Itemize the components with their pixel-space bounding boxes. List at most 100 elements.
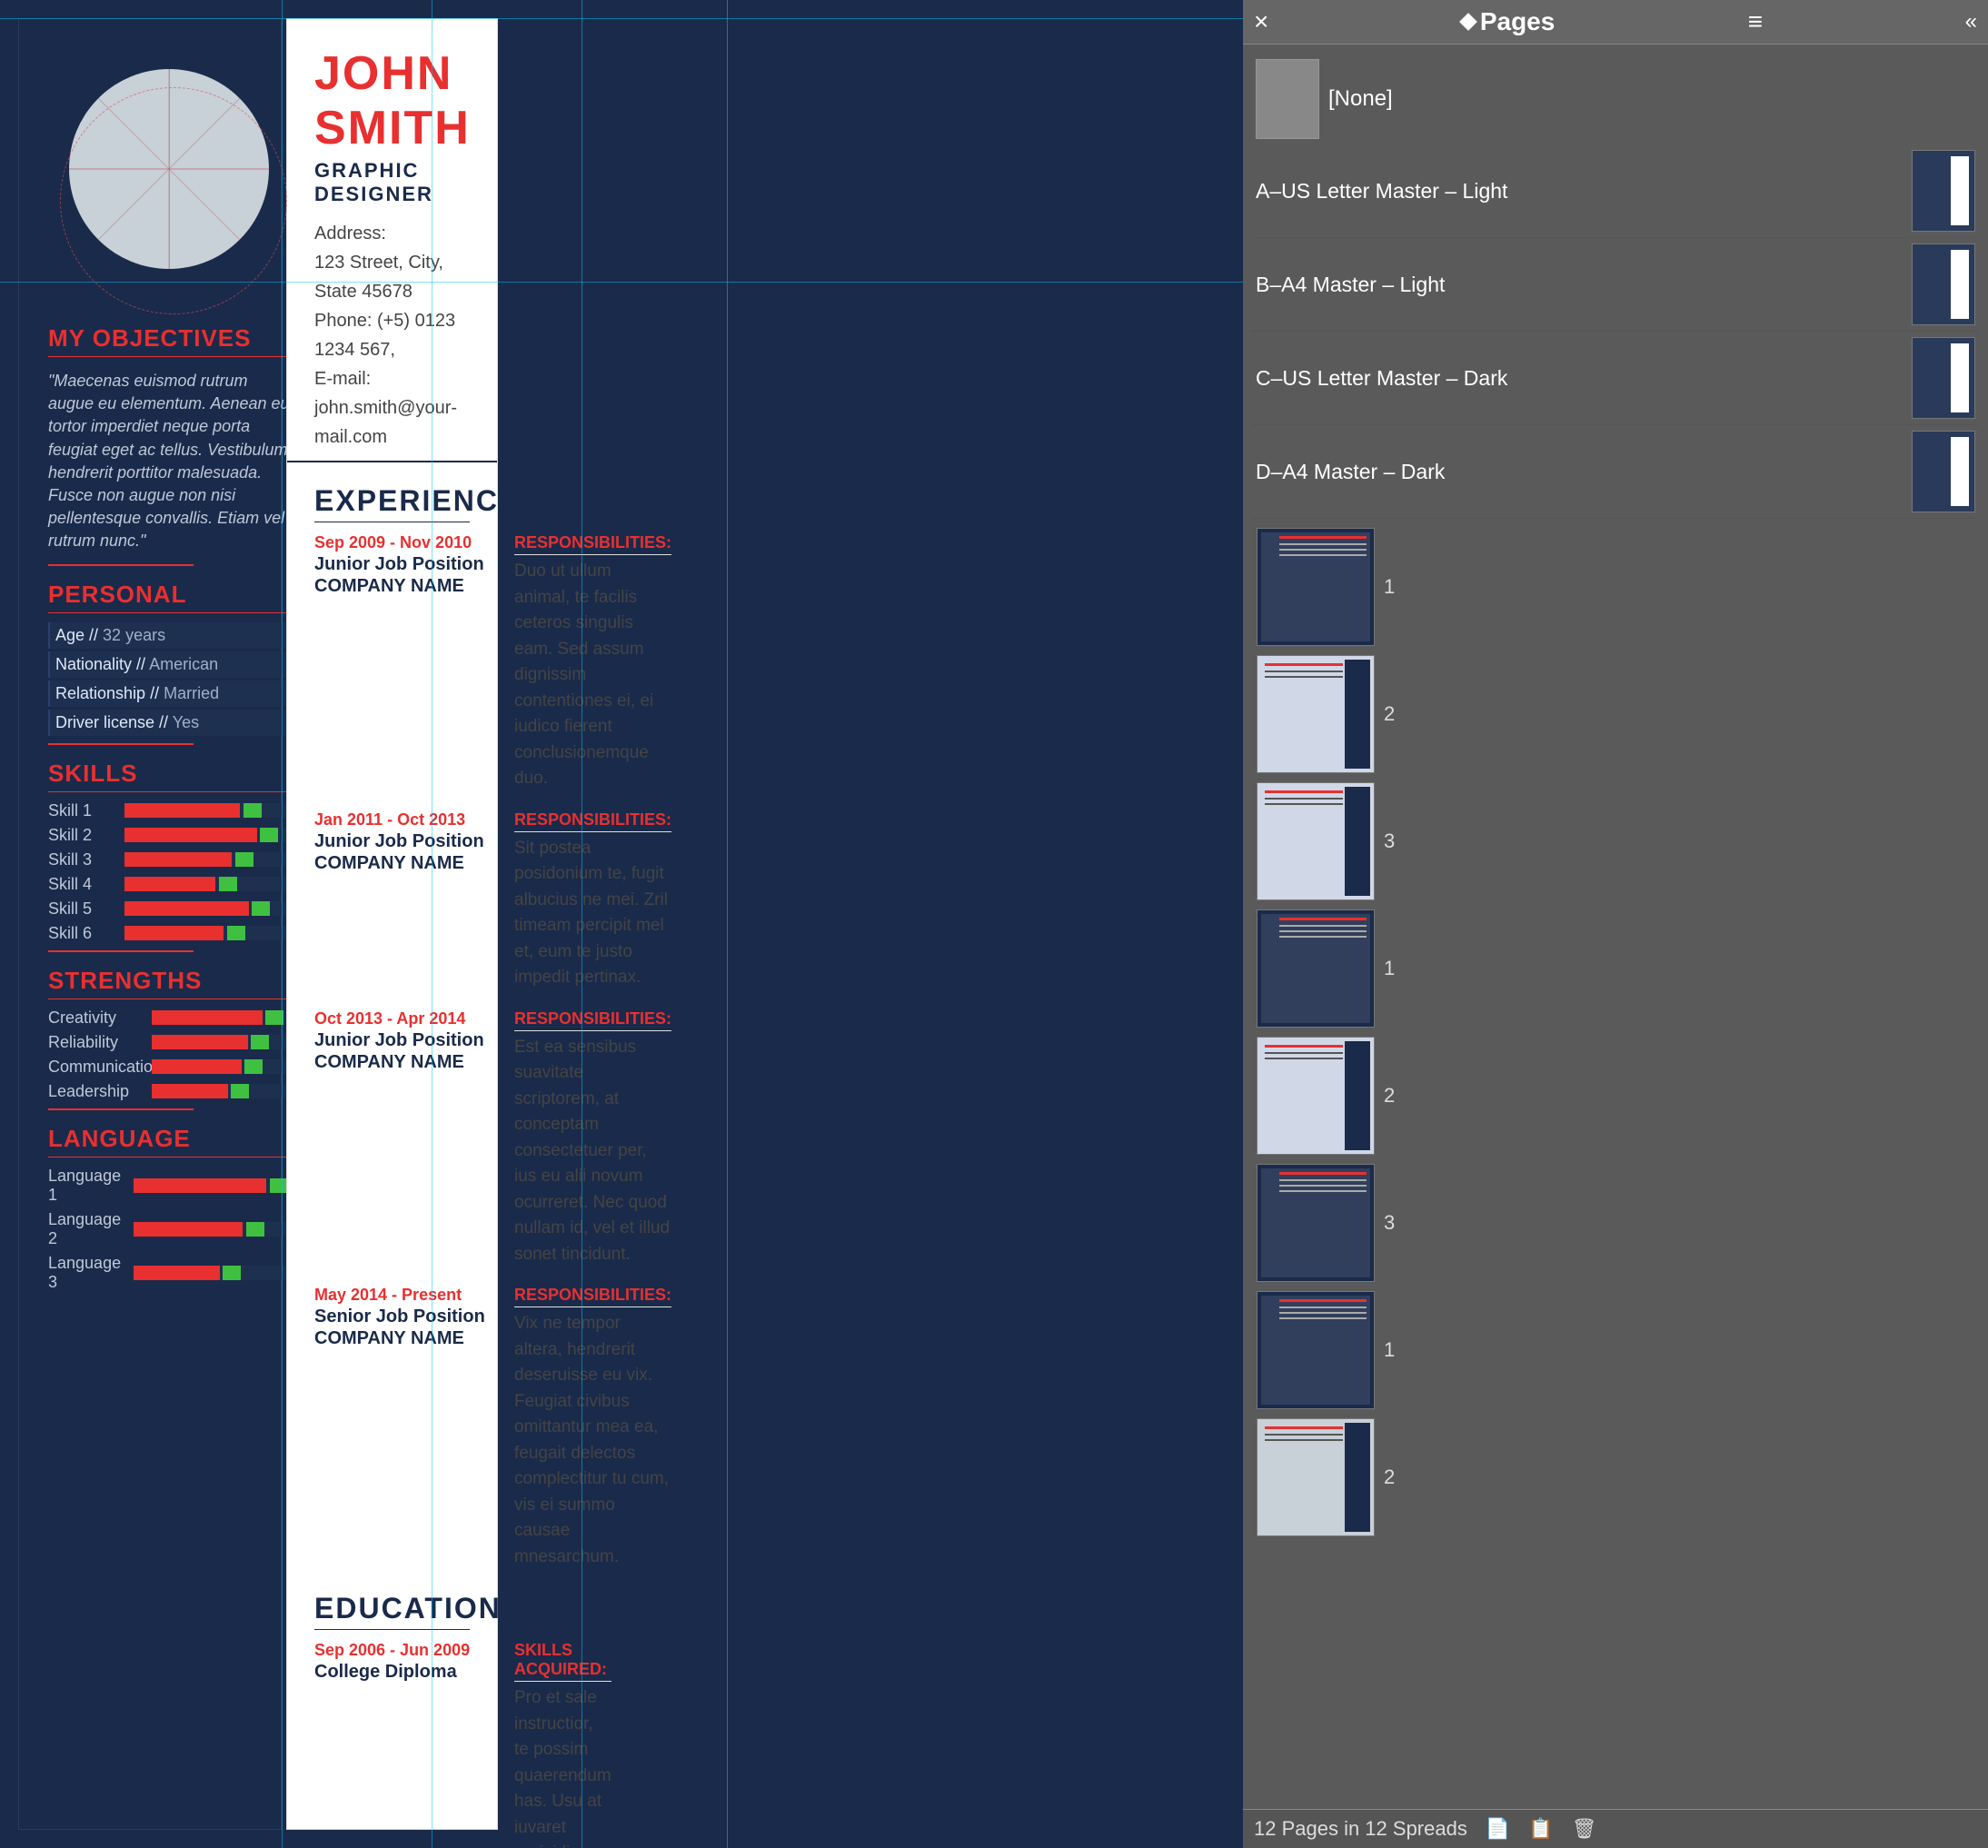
contact-phone: Phone: (+5) 0123 1234 567, — [314, 306, 470, 364]
thumb-box — [1257, 909, 1375, 1028]
skill-name: Skill 1 — [48, 801, 121, 820]
exp-position: Junior Job Position — [314, 1028, 496, 1052]
thumb-box — [1257, 1037, 1375, 1155]
circle-outline — [60, 87, 287, 314]
skill-bar-container — [124, 877, 290, 891]
spreads-icon-2[interactable]: 📋 — [1528, 1817, 1553, 1841]
exp-position: Junior Job Position — [314, 552, 496, 576]
pages-item-label: B–A4 Master – Light — [1256, 273, 1903, 297]
skill-bar-red — [124, 877, 215, 891]
skills-divider — [48, 950, 194, 952]
thumb-white-stripe — [1951, 437, 1969, 506]
resume-name: JOHN SMITH — [314, 46, 470, 155]
pages-diamond-icon — [1459, 13, 1477, 31]
edu-left: Sep 2006 - Jun 2009 College Diploma — [314, 1641, 496, 1848]
thumb-label: 1 — [1384, 575, 1395, 599]
spreads-icon-1[interactable]: 📄 — [1486, 1817, 1510, 1841]
thumb-row[interactable]: 3 — [1257, 782, 1974, 900]
thumb-row[interactable]: 1 — [1257, 909, 1974, 1028]
skill-row: Skill 4 — [48, 875, 290, 894]
skill-bar-green — [219, 877, 237, 891]
thumb-row[interactable]: 2 — [1257, 655, 1974, 773]
thumb-white-stripe — [1951, 250, 1969, 319]
exp-text: Vix ne tempor altera, hendrerit deseruis… — [514, 1311, 671, 1570]
skill-name: Communication — [48, 1058, 148, 1077]
thumb-box — [1257, 1291, 1375, 1409]
skill-bar-green — [244, 803, 262, 818]
skill-bar-container — [134, 1178, 290, 1193]
skill-bar-green — [223, 1266, 241, 1280]
experience-items: Sep 2009 - Nov 2010 Junior Job Position … — [314, 533, 470, 1570]
pages-panel-collapse-btn[interactable]: « — [1965, 9, 1977, 35]
guide-v-4 — [727, 0, 728, 1848]
experience-item: Jan 2011 - Oct 2013 Junior Job Position … — [314, 810, 470, 991]
skill-bar-red — [152, 1084, 228, 1098]
exp-position: Junior Job Position — [314, 830, 496, 853]
pages-item-thumb — [1912, 337, 1975, 419]
thumb-row[interactable]: 1 — [1257, 528, 1974, 646]
spreads-info-text: 12 Pages in 12 Spreads — [1254, 1817, 1467, 1841]
skill-row: Skill 2 — [48, 826, 290, 845]
thumb-row[interactable]: 1 — [1257, 1291, 1974, 1409]
skill-bar-container — [124, 926, 290, 940]
skill-bar-red — [124, 828, 257, 842]
pages-panel-header: × Pages ≡ « — [1243, 0, 1988, 45]
exp-date: May 2014 - Present — [314, 1286, 496, 1305]
exp-right: RESPONSIBILITIES: Est ea sensibus suavit… — [514, 1009, 671, 1268]
pages-item[interactable]: C–US Letter Master – Dark — [1252, 332, 1979, 425]
language-items: Language 1Language 2Language 3 — [48, 1167, 290, 1292]
thumb-row[interactable]: 2 — [1257, 1037, 1974, 1155]
skill-bar-green — [244, 1059, 263, 1074]
skill-bar-container — [124, 852, 290, 867]
contact-email: E-mail: john.smith@your-mail.com — [314, 364, 470, 452]
exp-text: Duo ut ullum animal, te facilis ceteros … — [514, 559, 671, 792]
pages-item-thumb — [1912, 150, 1975, 232]
resume-sidebar: MY OBJECTIVES "Maecenas euismod rutrum a… — [18, 18, 282, 1830]
skill-bar-red — [152, 1010, 263, 1025]
contact-address-label: Address: — [314, 219, 470, 248]
exp-left: May 2014 - Present Senior Job Position C… — [314, 1286, 496, 1570]
pages-panel-close-btn[interactable]: × — [1254, 7, 1268, 36]
pages-item[interactable]: B–A4 Master – Light — [1252, 238, 1979, 332]
personal-divider — [48, 743, 194, 745]
edu-text: Pro et sale instructior, te possim quaer… — [514, 1685, 611, 1848]
pages-panel: × Pages ≡ « [None] A–US Letter Master – … — [1243, 0, 1988, 1848]
skill-bar-green — [265, 1010, 283, 1025]
skill-bar-red — [152, 1059, 242, 1074]
resume-main: JOHN SMITH GRAPHIC DESIGNER Address: 123… — [286, 18, 498, 1830]
pages-list[interactable]: [None] A–US Letter Master – Light B–A4 Ma… — [1243, 45, 1988, 1809]
personal-item: Age // 32 years — [48, 622, 290, 649]
thumb-box — [1257, 1418, 1375, 1536]
thumb-label: 2 — [1384, 1084, 1395, 1108]
skill-bar-red — [124, 803, 240, 818]
skill-bar-green — [260, 828, 278, 842]
skill-row: Language 3 — [48, 1254, 290, 1292]
skill-bar-container — [124, 828, 290, 842]
exp-company: COMPANY NAME — [314, 1328, 496, 1349]
exp-company: COMPANY NAME — [314, 853, 496, 874]
exp-left: Oct 2013 - Apr 2014 Junior Job Position … — [314, 1009, 496, 1268]
education-items: Sep 2006 - Jun 2009 College Diploma SKIL… — [314, 1641, 470, 1848]
skill-bar-red — [134, 1222, 243, 1237]
pages-panel-title: Pages — [1462, 7, 1556, 36]
pages-panel-menu-btn[interactable]: ≡ — [1748, 7, 1763, 36]
skill-name: Skill 6 — [48, 924, 121, 943]
skill-bar-red — [124, 926, 224, 940]
thumb-label: 2 — [1384, 702, 1395, 726]
experience-item: May 2014 - Present Senior Job Position C… — [314, 1286, 470, 1570]
thumb-row[interactable]: 2 — [1257, 1418, 1974, 1536]
exp-right: RESPONSIBILITIES: Duo ut ullum animal, t… — [514, 533, 671, 792]
exp-right: RESPONSIBILITIES: Sit postea posidonium … — [514, 810, 671, 991]
thumb-row[interactable]: 3 — [1257, 1164, 1974, 1282]
pages-panel-title-text: Pages — [1480, 7, 1556, 36]
pages-none-item[interactable]: [None] — [1252, 54, 1979, 144]
skill-name: Language 2 — [48, 1210, 130, 1248]
resume-job-title: GRAPHIC DESIGNER — [314, 159, 470, 206]
pages-none-thumb — [1256, 59, 1319, 139]
personal-item: Nationality // American — [48, 651, 290, 678]
skill-bar-container — [152, 1035, 290, 1049]
pages-item[interactable]: A–US Letter Master – Light — [1252, 144, 1979, 238]
skill-bar-green — [246, 1222, 264, 1237]
pages-item[interactable]: D–A4 Master – Dark — [1252, 425, 1979, 519]
spreads-icon-3[interactable]: 🗑 — [1572, 1817, 1597, 1841]
